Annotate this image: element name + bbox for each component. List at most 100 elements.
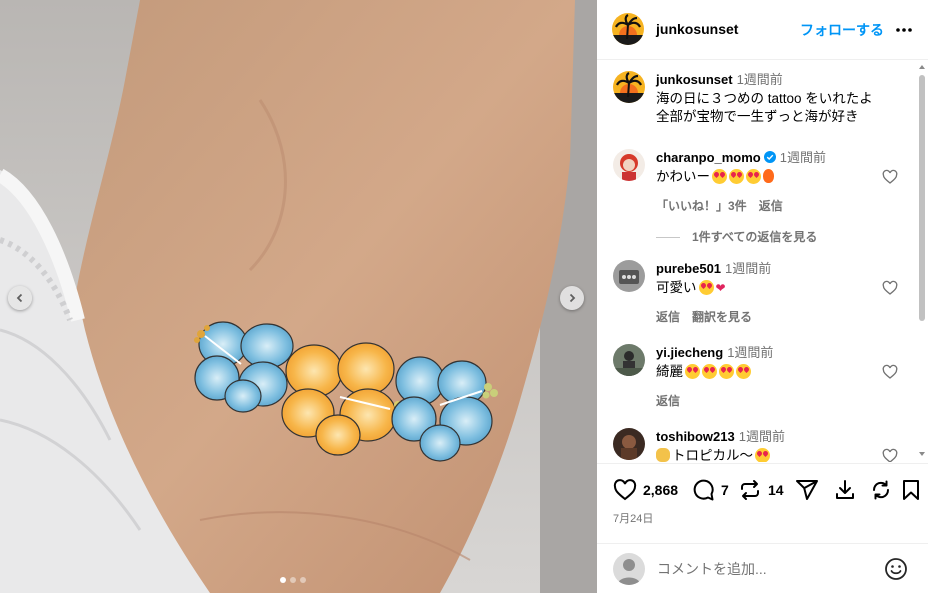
smiling-hearts-emoji-icon (698, 280, 714, 295)
comment-text: トロピカル〜 (656, 447, 886, 462)
avatar-image-icon (613, 344, 645, 376)
avatar-image-icon (613, 149, 645, 181)
current-user-avatar (613, 553, 645, 585)
carousel-dot (290, 577, 296, 583)
view-replies-button[interactable]: 1件すべての返信を見る (656, 228, 817, 245)
caption-username[interactable]: junkosunset (656, 72, 733, 87)
commenter-username[interactable]: purebe501 (656, 261, 721, 276)
clap-emoji-icon (656, 448, 670, 462)
default-avatar-icon (617, 559, 641, 585)
chevron-right-icon (569, 293, 576, 303)
comment-like-heart-icon[interactable] (882, 169, 898, 185)
add-comment-bar (597, 543, 928, 593)
avatar-image-icon (613, 428, 645, 460)
heart-eyes-emoji-icon (755, 448, 770, 462)
commenter-avatar[interactable] (613, 149, 645, 181)
post-date[interactable]: 7月24日 (613, 510, 653, 526)
comment-text: 綺麗 (656, 363, 886, 381)
sunset-palm-avatar-icon (613, 71, 645, 103)
bookmark-icon (903, 480, 919, 500)
comment-time[interactable]: 1週間前 (739, 429, 785, 444)
action-bar: 2,868 7 14 7月24日 (597, 463, 928, 543)
caption-time[interactable]: 1週間前 (737, 72, 783, 87)
reply-button[interactable]: 返信 (656, 394, 680, 408)
refresh-icon (872, 480, 890, 500)
next-photo-button[interactable] (560, 286, 584, 310)
save-button[interactable] (899, 478, 923, 502)
translate-button[interactable]: 翻訳を見る (692, 310, 752, 324)
share-button[interactable] (795, 478, 819, 502)
heart-eyes-emoji-icon (736, 364, 751, 379)
heart-eyes-emoji-icon (712, 169, 727, 184)
comment-time[interactable]: 1週間前 (727, 345, 773, 360)
avatar-image-icon (613, 260, 645, 292)
like-button[interactable]: 2,868 (613, 478, 678, 502)
caption-text-line-2: 全部が宝物で一生ずっと海が好き (656, 109, 859, 124)
author-avatar[interactable] (612, 13, 644, 45)
more-icon[interactable] (894, 20, 914, 40)
comments-list: junkosunset 1週間前 海の日に３つめの tattoo をいれたよ 全部… (597, 61, 917, 462)
carousel-dot (280, 577, 286, 583)
comment-text-content: トロピカル〜 (672, 448, 753, 462)
share-icon (796, 480, 818, 500)
verified-icon (763, 151, 776, 163)
caption-text-line-1: 海の日に３つめの tattoo をいれたよ (656, 91, 873, 106)
comment-body: yi.jiecheng 1週間前 綺麗 返信 (656, 344, 886, 409)
comment-body: toshibow213 1週間前 トロピカル〜 (656, 428, 886, 462)
repost-count: 14 (768, 482, 784, 498)
post-side-panel: junkosunset フォローする junkosunset 1週間前 海の日に３… (597, 0, 928, 593)
repost-button[interactable]: 14 (738, 478, 784, 502)
comment-text: かわいー (656, 168, 886, 186)
smile-icon[interactable] (884, 557, 908, 581)
comment-likes[interactable]: 「いいね！」3件 (656, 199, 747, 213)
comment-body: purebe501 1週間前 可愛い ❤ 返信 翻訳を見る (656, 260, 886, 325)
heart-eyes-emoji-icon (729, 169, 744, 184)
comment-like-heart-icon[interactable] (882, 280, 898, 296)
author-avatar[interactable] (613, 71, 645, 103)
scroll-up-arrow-icon[interactable] (919, 65, 925, 69)
view-replies-label: 1件すべての返信を見る (692, 230, 818, 244)
comment-button[interactable]: 7 (691, 478, 729, 502)
comment-like-heart-icon[interactable] (882, 448, 898, 462)
tattoo-photo (0, 0, 597, 593)
comment-time[interactable]: 1週間前 (725, 261, 771, 276)
heart-icon (613, 479, 637, 501)
heart-eyes-emoji-icon (719, 364, 734, 379)
fire-emoji-icon (763, 169, 774, 183)
commenter-avatar[interactable] (613, 344, 645, 376)
comment-text-content: 綺麗 (656, 364, 683, 379)
commenter-avatar[interactable] (613, 428, 645, 460)
heart-eyes-emoji-icon (702, 364, 717, 379)
author-username[interactable]: junkosunset (656, 21, 738, 37)
reply-button[interactable]: 返信 (759, 199, 783, 213)
repost-icon (741, 480, 759, 500)
heart-emoji-icon: ❤ (715, 281, 726, 295)
scrollbar-thumb[interactable] (919, 75, 925, 321)
commenter-username[interactable]: toshibow213 (656, 429, 735, 444)
chevron-left-icon (16, 293, 23, 303)
follow-button[interactable]: フォローする (800, 20, 884, 40)
sunset-palm-avatar-icon (612, 13, 644, 45)
like-count: 2,868 (643, 482, 679, 498)
comment-like-heart-icon[interactable] (882, 364, 898, 380)
comment-time[interactable]: 1週間前 (780, 150, 826, 165)
comment-count: 7 (721, 482, 729, 498)
commenter-avatar[interactable] (613, 260, 645, 292)
comment-body: charanpo_momo 1週間前 かわいー 「いいね！」3件 返信 (656, 149, 886, 214)
commenter-username[interactable]: charanpo_momo (656, 150, 761, 165)
refresh-button[interactable] (869, 478, 893, 502)
comment-icon (693, 479, 714, 501)
comment-text-content: かわいー (656, 169, 710, 184)
scroll-down-arrow-icon[interactable] (919, 452, 925, 456)
commenter-username[interactable]: yi.jiecheng (656, 345, 723, 360)
comments-scrollbar[interactable] (918, 61, 926, 462)
comment-input[interactable] (657, 558, 877, 580)
carousel-dot (300, 577, 306, 583)
heart-eyes-emoji-icon (746, 169, 761, 184)
download-button[interactable] (833, 478, 857, 502)
reply-button[interactable]: 返信 (656, 310, 680, 324)
download-icon (836, 480, 854, 499)
post-photo (0, 0, 597, 593)
previous-photo-button[interactable] (8, 286, 32, 310)
heart-eyes-emoji-icon (685, 364, 700, 379)
